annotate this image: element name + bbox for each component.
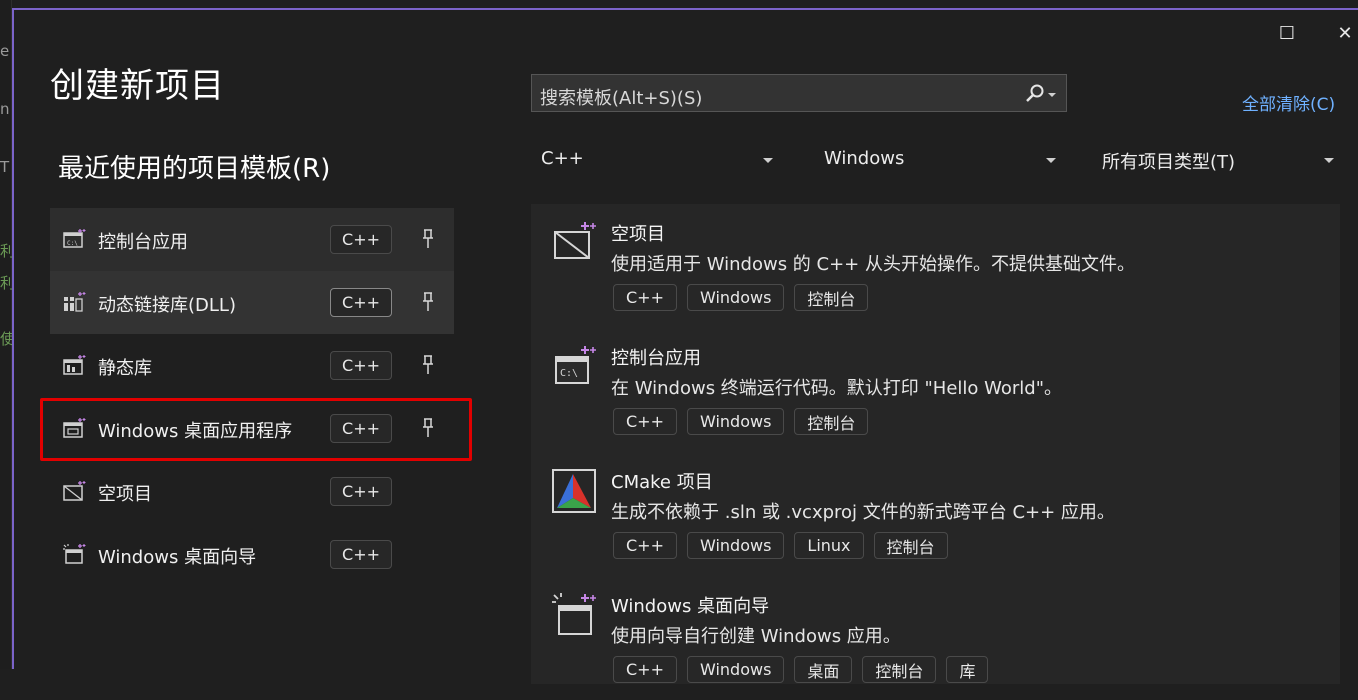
create-project-dialog: ☐ ✕ 创建新项目 最近使用的项目模板(R) C:\ 控制台应用 C++ 动态链…	[12, 8, 1358, 684]
project-type-filter[interactable]: 所有项目类型(T)	[1102, 148, 1342, 178]
tag: Windows	[686, 408, 785, 435]
template-tags: C++ Windows 控制台	[613, 408, 869, 435]
svg-text:C:\: C:\	[560, 368, 578, 379]
language-tag: C++	[330, 540, 392, 569]
bg-glyph: n	[0, 100, 10, 118]
tag: Windows	[686, 532, 785, 559]
chevron-down-icon	[1324, 158, 1334, 163]
desktop-wizard-icon	[63, 544, 86, 564]
tag: 控制台	[794, 284, 869, 311]
empty-project-icon	[63, 481, 86, 501]
cmake-icon	[552, 469, 596, 513]
template-empty-project[interactable]: 空项目 使用适用于 Windows 的 C++ 从头开始操作。不提供基础文件。 …	[531, 204, 1340, 328]
pin-icon[interactable]	[420, 291, 436, 313]
desktop-wizard-icon	[552, 593, 596, 635]
project-type-filter-value: 所有项目类型(T)	[1102, 152, 1236, 173]
template-description: 生成不依赖于 .sln 或 .vcxproj 文件的新式跨平台 C++ 应用。	[611, 502, 1115, 523]
recent-item-label: 控制台应用	[98, 232, 188, 253]
empty-project-icon	[554, 222, 596, 259]
template-desktop-wizard[interactable]: Windows 桌面向导 使用向导自行创建 Windows 应用。 C++ Wi…	[531, 576, 1340, 700]
selection-highlight-box	[40, 398, 472, 461]
chevron-down-icon	[1046, 158, 1056, 163]
template-name: 空项目	[611, 224, 665, 245]
recent-templates-heading: 最近使用的项目模板(R)	[58, 154, 331, 184]
language-tag: C++	[330, 351, 392, 380]
template-console-app[interactable]: C:\ 控制台应用 在 Windows 终端运行代码。默认打印 "Hello W…	[531, 328, 1340, 452]
recent-item-label: 动态链接库(DLL)	[98, 295, 236, 316]
tag: C++	[613, 408, 677, 435]
tag: 桌面	[794, 656, 853, 683]
recent-item-label: Windows 桌面向导	[98, 547, 257, 568]
recent-item-label: 静态库	[98, 358, 152, 379]
template-description: 使用适用于 Windows 的 C++ 从头开始操作。不提供基础文件。	[611, 254, 1135, 275]
background-editor-strip: e n T 利 利 使	[0, 0, 15, 669]
tag: 控制台	[862, 656, 937, 683]
template-name: 控制台应用	[611, 348, 701, 369]
tag: C++	[613, 532, 677, 559]
template-name: CMake 项目	[611, 472, 713, 493]
template-tags: C++ Windows Linux 控制台	[613, 532, 948, 559]
pin-icon[interactable]	[420, 228, 436, 250]
dll-icon	[64, 292, 86, 312]
tag: 控制台	[794, 408, 869, 435]
template-name: Windows 桌面向导	[611, 596, 770, 617]
svg-text:C:\: C:\	[67, 240, 78, 247]
console-app-icon: C:\	[63, 229, 86, 248]
pin-icon[interactable]	[420, 354, 436, 376]
tag: C++	[613, 284, 677, 311]
bg-glyph: e	[0, 42, 10, 60]
close-icon: ✕	[1337, 22, 1353, 44]
page-title: 创建新项目	[50, 66, 225, 106]
template-tags: C++ Windows 桌面 控制台 库	[613, 656, 989, 683]
template-tags: C++ Windows 控制台	[613, 284, 869, 311]
close-button[interactable]: ✕	[1334, 22, 1356, 44]
language-tag: C++	[330, 477, 392, 506]
recent-item-desktop-wizard[interactable]: Windows 桌面向导 C++	[50, 523, 454, 586]
recent-item-label: 空项目	[98, 484, 152, 505]
template-cmake[interactable]: CMake 项目 生成不依赖于 .sln 或 .vcxproj 文件的新式跨平台…	[531, 452, 1340, 576]
tag: Linux	[794, 532, 864, 559]
search-templates-box[interactable]: 搜索模板(Alt+S)(S)	[531, 74, 1067, 112]
template-description: 在 Windows 终端运行代码。默认打印 "Hello World"。	[611, 378, 1063, 399]
platform-filter[interactable]: Windows	[824, 148, 1064, 178]
templates-list: 空项目 使用适用于 Windows 的 C++ 从头开始操作。不提供基础文件。 …	[531, 204, 1340, 684]
language-filter[interactable]: C++	[541, 148, 781, 178]
bg-glyph: T	[0, 158, 10, 176]
tag: 控制台	[873, 532, 948, 559]
tag: Windows	[686, 656, 785, 683]
language-filter-value: C++	[541, 148, 584, 169]
recent-item-dll[interactable]: 动态链接库(DLL) C++	[50, 271, 454, 334]
search-icon[interactable]	[1022, 82, 1058, 106]
clear-all-link[interactable]: 全部清除(C)	[1242, 90, 1335, 115]
maximize-button[interactable]: ☐	[1276, 22, 1298, 44]
maximize-icon: ☐	[1278, 22, 1296, 44]
recent-item-empty-project[interactable]: 空项目 C++	[50, 460, 454, 523]
recent-item-static-lib[interactable]: 静态库 C++	[50, 334, 454, 397]
tag: 库	[946, 656, 989, 683]
language-tag: C++	[330, 225, 392, 254]
static-lib-icon	[63, 355, 86, 375]
console-app-icon: C:\	[555, 346, 596, 384]
platform-filter-value: Windows	[824, 148, 905, 169]
language-tag: C++	[330, 288, 392, 317]
tag: Windows	[686, 284, 785, 311]
recent-templates-list: C:\ 控制台应用 C++ 动态链接库(DLL) C++ 静态库 C++ Win…	[50, 208, 454, 586]
template-description: 使用向导自行创建 Windows 应用。	[611, 626, 901, 647]
recent-item-console-app[interactable]: C:\ 控制台应用 C++	[50, 208, 454, 271]
search-input[interactable]: 搜索模板(Alt+S)(S)	[540, 84, 702, 110]
chevron-down-icon	[763, 158, 773, 163]
tag: C++	[613, 656, 677, 683]
